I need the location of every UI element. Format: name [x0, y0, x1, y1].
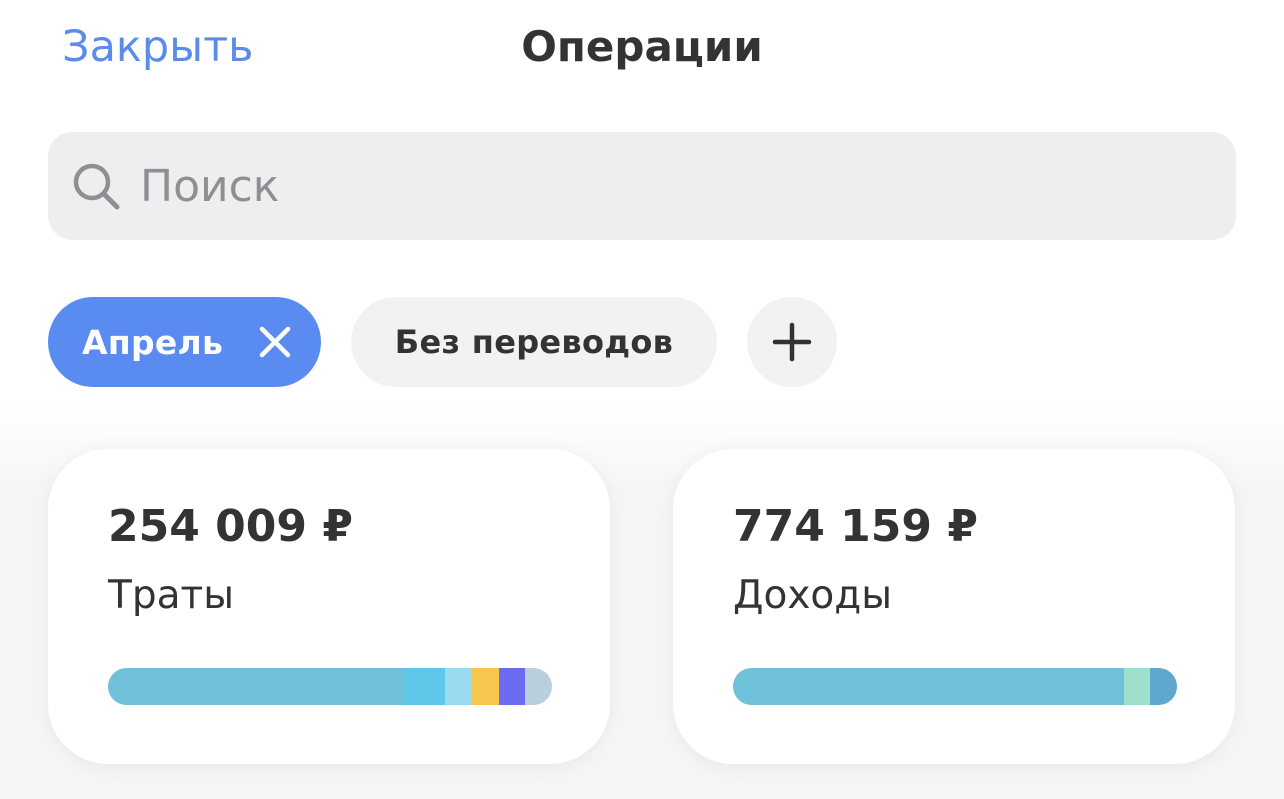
expenses-breakdown-bar [108, 668, 552, 705]
expenses-label: Траты [108, 573, 234, 618]
bar-segment [445, 668, 473, 705]
search-bar[interactable] [48, 132, 1236, 240]
filter-chip-month[interactable]: Апрель [48, 297, 321, 387]
bar-segment [733, 668, 1124, 705]
expenses-amount: 254 009 ₽ [108, 501, 353, 552]
bar-segment [108, 668, 406, 705]
bar-segment [525, 668, 552, 705]
add-filter-button[interactable] [747, 297, 837, 387]
income-amount: 774 159 ₽ [733, 501, 978, 552]
bar-segment [1123, 668, 1151, 705]
bar-segment [472, 668, 499, 705]
close-icon[interactable] [259, 326, 291, 358]
bar-segment [498, 668, 526, 705]
page-title: Операции [521, 22, 763, 71]
search-icon [73, 163, 120, 210]
filter-chip-month-label: Апрель [82, 322, 224, 362]
filter-chip-no-transfers-label: Без переводов [394, 323, 674, 361]
plus-icon [772, 322, 812, 362]
bar-segment [1150, 668, 1177, 705]
income-card[interactable]: 774 159 ₽ Доходы [673, 449, 1235, 764]
bar-segment [405, 668, 446, 705]
filter-chip-no-transfers[interactable]: Без переводов [351, 297, 717, 387]
income-label: Доходы [733, 573, 893, 618]
expenses-card[interactable]: 254 009 ₽ Траты [48, 449, 610, 764]
search-input[interactable] [140, 156, 1200, 216]
income-breakdown-bar [733, 668, 1177, 705]
